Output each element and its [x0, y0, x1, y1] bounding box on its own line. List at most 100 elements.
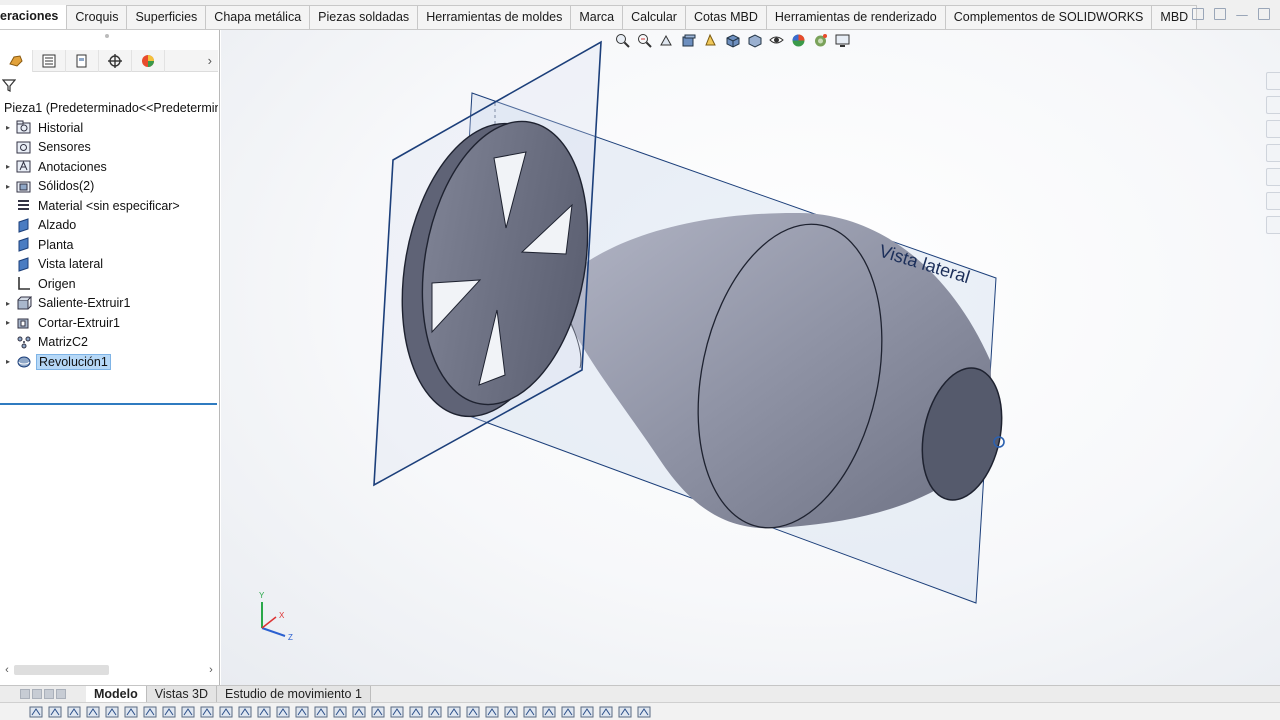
tab-herramientas-de-renderizado[interactable]: Herramientas de renderizado — [766, 5, 946, 29]
render-icon[interactable] — [617, 705, 633, 719]
prev-tab-icon[interactable] — [32, 689, 42, 699]
tree-item-planta[interactable]: Planta — [0, 235, 218, 255]
model-scene[interactable]: Vista lateral Y X Z — [221, 30, 1280, 685]
bottom-tab-modelo[interactable]: Modelo — [86, 685, 147, 703]
sketch-icon[interactable] — [47, 705, 63, 719]
configuration-manager-tab[interactable] — [66, 49, 99, 72]
dimxpert-tab[interactable] — [99, 49, 132, 72]
tree-item-matrizc2[interactable]: MatrizC2 — [0, 333, 218, 353]
display-icon[interactable] — [427, 705, 443, 719]
last-tab-icon[interactable] — [56, 689, 66, 699]
spline-icon[interactable] — [142, 705, 158, 719]
bottom-tab-estudio-de-movimiento-1[interactable]: Estudio de movimiento 1 — [217, 685, 371, 703]
chevron-right-icon[interactable]: › — [208, 53, 212, 68]
tile-icon[interactable] — [1214, 8, 1226, 20]
tab-marca[interactable]: Marca — [571, 5, 624, 29]
tree-item-revolución1[interactable]: ▸ Revolución1 — [0, 352, 218, 372]
relations-icon[interactable] — [313, 705, 329, 719]
point-icon[interactable] — [161, 705, 177, 719]
tab-herramientas-de-moldes[interactable]: Herramientas de moldes — [418, 5, 572, 29]
expand-arrow-icon[interactable]: ▸ — [0, 299, 16, 308]
feature-manager-tab[interactable] — [0, 49, 33, 72]
tree-item-anotaciones[interactable]: ▸ Anotaciones — [0, 157, 218, 177]
forum-icon[interactable] — [1266, 216, 1280, 234]
tree-item-origen[interactable]: Origen — [0, 274, 218, 294]
color-icon[interactable] — [560, 705, 576, 719]
tab-calcular[interactable]: Calcular — [623, 5, 686, 29]
tab-croquis[interactable]: Croquis — [67, 5, 128, 29]
maximize-icon[interactable] — [1258, 8, 1270, 20]
filter-icon[interactable] — [1, 78, 17, 92]
tab-complementos-de-solidworks[interactable]: Complementos de SOLIDWORKS — [945, 5, 1153, 29]
view-icon[interactable] — [446, 705, 462, 719]
select-icon[interactable] — [28, 705, 44, 719]
tab-navigation — [20, 689, 66, 699]
resources-icon[interactable] — [1266, 96, 1280, 114]
expand-arrow-icon[interactable]: ▸ — [0, 318, 16, 327]
grid-icon[interactable] — [351, 705, 367, 719]
snap-icon[interactable] — [370, 705, 386, 719]
tab-mbd[interactable]: MBD — [1152, 5, 1198, 29]
expand-arrow-icon[interactable]: ▸ — [0, 357, 16, 366]
offset-icon[interactable] — [256, 705, 272, 719]
tab-piezas-soldadas[interactable]: Piezas soldadas — [310, 5, 419, 29]
graphics-area[interactable]: Vista lateral Y X Z — [221, 30, 1280, 685]
dimension-icon[interactable] — [332, 705, 348, 719]
scroll-thumb[interactable] — [14, 665, 109, 675]
expand-arrow-icon[interactable]: ▸ — [0, 162, 16, 171]
circle-icon[interactable] — [104, 705, 120, 719]
splitter-handle[interactable] — [105, 34, 109, 38]
first-tab-icon[interactable] — [20, 689, 30, 699]
custom-properties-icon[interactable] — [1266, 192, 1280, 210]
expand-arrow-icon[interactable]: ▸ — [0, 182, 16, 191]
minimize-icon[interactable] — [1236, 8, 1248, 16]
tree-item-material-sin-especificar[interactable]: Material <sin especificar> — [0, 196, 218, 216]
tree-item-cortar-extruir1[interactable]: ▸ Cortar-Extruir1 — [0, 313, 218, 333]
expand-arrow-icon[interactable]: ▸ — [0, 123, 16, 132]
centerline-icon[interactable] — [180, 705, 196, 719]
measure-icon[interactable] — [389, 705, 405, 719]
hide-icon[interactable] — [541, 705, 557, 719]
scroll-track[interactable] — [14, 664, 204, 676]
line-icon[interactable] — [66, 705, 82, 719]
tab-eraciones[interactable]: eraciones — [0, 5, 68, 29]
mirror-icon[interactable] — [275, 705, 291, 719]
tab-cotas-mbd[interactable]: Cotas MBD — [685, 5, 767, 29]
normal-to-icon[interactable] — [522, 705, 538, 719]
move-icon[interactable] — [294, 705, 310, 719]
arc-icon[interactable] — [123, 705, 139, 719]
zoom-icon[interactable] — [465, 705, 481, 719]
rectangle-icon[interactable] — [85, 705, 101, 719]
tree-item-sólidos-2[interactable]: ▸ Sólidos(2) — [0, 177, 218, 197]
horizontal-scrollbar[interactable]: ‹ › — [0, 662, 218, 678]
lights-icon[interactable] — [579, 705, 595, 719]
tab-superficies[interactable]: Superficies — [127, 5, 207, 29]
pan-icon[interactable] — [503, 705, 519, 719]
rotate-icon[interactable] — [484, 705, 500, 719]
trim-icon[interactable] — [237, 705, 253, 719]
next-tab-icon[interactable] — [44, 689, 54, 699]
tree-item-historial[interactable]: ▸ Historial — [0, 118, 218, 138]
restore-icon[interactable] — [1192, 8, 1204, 20]
bottom-tab-vistas-3d[interactable]: Vistas 3D — [146, 685, 218, 703]
section-icon[interactable] — [408, 705, 424, 719]
tree-item-saliente-extruir1[interactable]: ▸ Saliente-Extruir1 — [0, 294, 218, 314]
property-manager-tab[interactable] — [33, 49, 66, 72]
tree-root-part[interactable]: Pieza1 (Predeterminado<<Predeterminado> — [0, 98, 218, 118]
appearances-icon[interactable] — [1266, 168, 1280, 186]
options-icon[interactable] — [636, 705, 652, 719]
text-icon[interactable] — [199, 705, 215, 719]
file-explorer-icon[interactable] — [1266, 144, 1280, 162]
tree-item-vista-lateral[interactable]: Vista lateral — [0, 255, 218, 275]
tree-item-sensores[interactable]: Sensores — [0, 138, 218, 158]
tree-item-alzado[interactable]: Alzado — [0, 216, 218, 236]
home-icon[interactable] — [1266, 72, 1280, 90]
scroll-left-icon[interactable]: ‹ — [0, 664, 14, 676]
display-manager-tab[interactable] — [132, 49, 165, 72]
tab-chapa-metálica[interactable]: Chapa metálica — [206, 5, 311, 29]
revolve-body[interactable] — [554, 207, 1013, 545]
scroll-right-icon[interactable]: › — [204, 664, 218, 676]
camera-icon[interactable] — [598, 705, 614, 719]
fillet-icon[interactable] — [218, 705, 234, 719]
design-library-icon[interactable] — [1266, 120, 1280, 138]
